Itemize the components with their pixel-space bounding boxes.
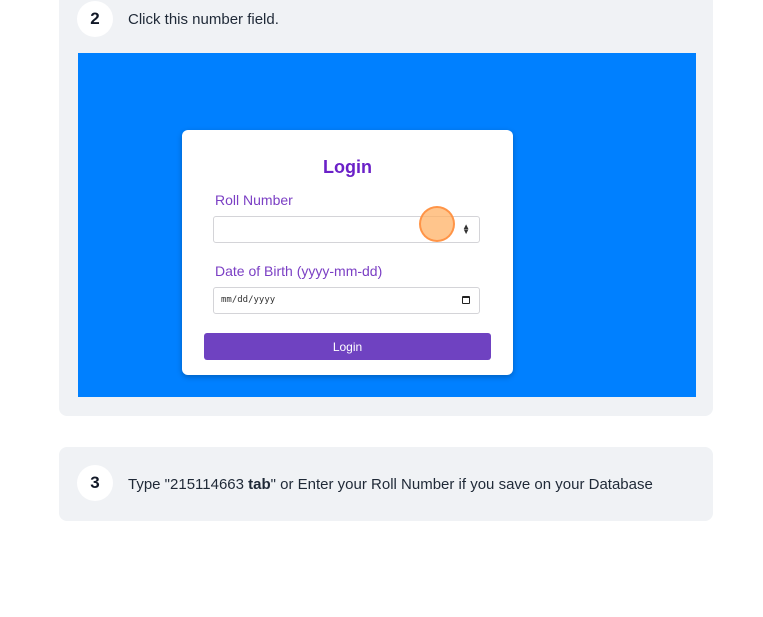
- login-form-card: Login Roll Number ▲ ▼ Date of Birth (yyyy…: [182, 130, 513, 375]
- roll-number-label: Roll Number: [215, 192, 293, 208]
- step-card-2: 2 Click this number field. Login Roll Nu…: [59, 0, 713, 416]
- login-title: Login: [323, 157, 372, 177]
- step-card-3: 3 Type "215114663 tab" or Enter your Rol…: [59, 447, 713, 521]
- instruction-key: tab: [248, 476, 271, 493]
- step-instruction: Type "215114663 tab" or Enter your Roll …: [128, 476, 653, 493]
- step-screenshot: Login Roll Number ▲ ▼ Date of Birth (yyyy…: [78, 53, 696, 397]
- date-of-birth-label: Date of Birth (yyyy-mm-dd): [215, 263, 383, 279]
- click-indicator: [419, 206, 455, 242]
- instruction-suffix: " or Enter your Roll Number if you save …: [270, 476, 653, 493]
- step-number-badge: 3: [77, 465, 113, 501]
- instruction-prefix: Type "215114663: [128, 476, 249, 493]
- step-number-badge: 2: [77, 1, 113, 37]
- login-button[interactable]: Login: [204, 333, 491, 360]
- calendar-icon[interactable]: [462, 296, 470, 304]
- date-placeholder: mm/dd/yyyy: [221, 295, 276, 305]
- date-of-birth-input[interactable]: mm/dd/yyyy: [213, 287, 480, 314]
- step-instruction: Click this number field.: [128, 11, 279, 28]
- spinner-arrows-icon[interactable]: ▲ ▼: [462, 223, 470, 236]
